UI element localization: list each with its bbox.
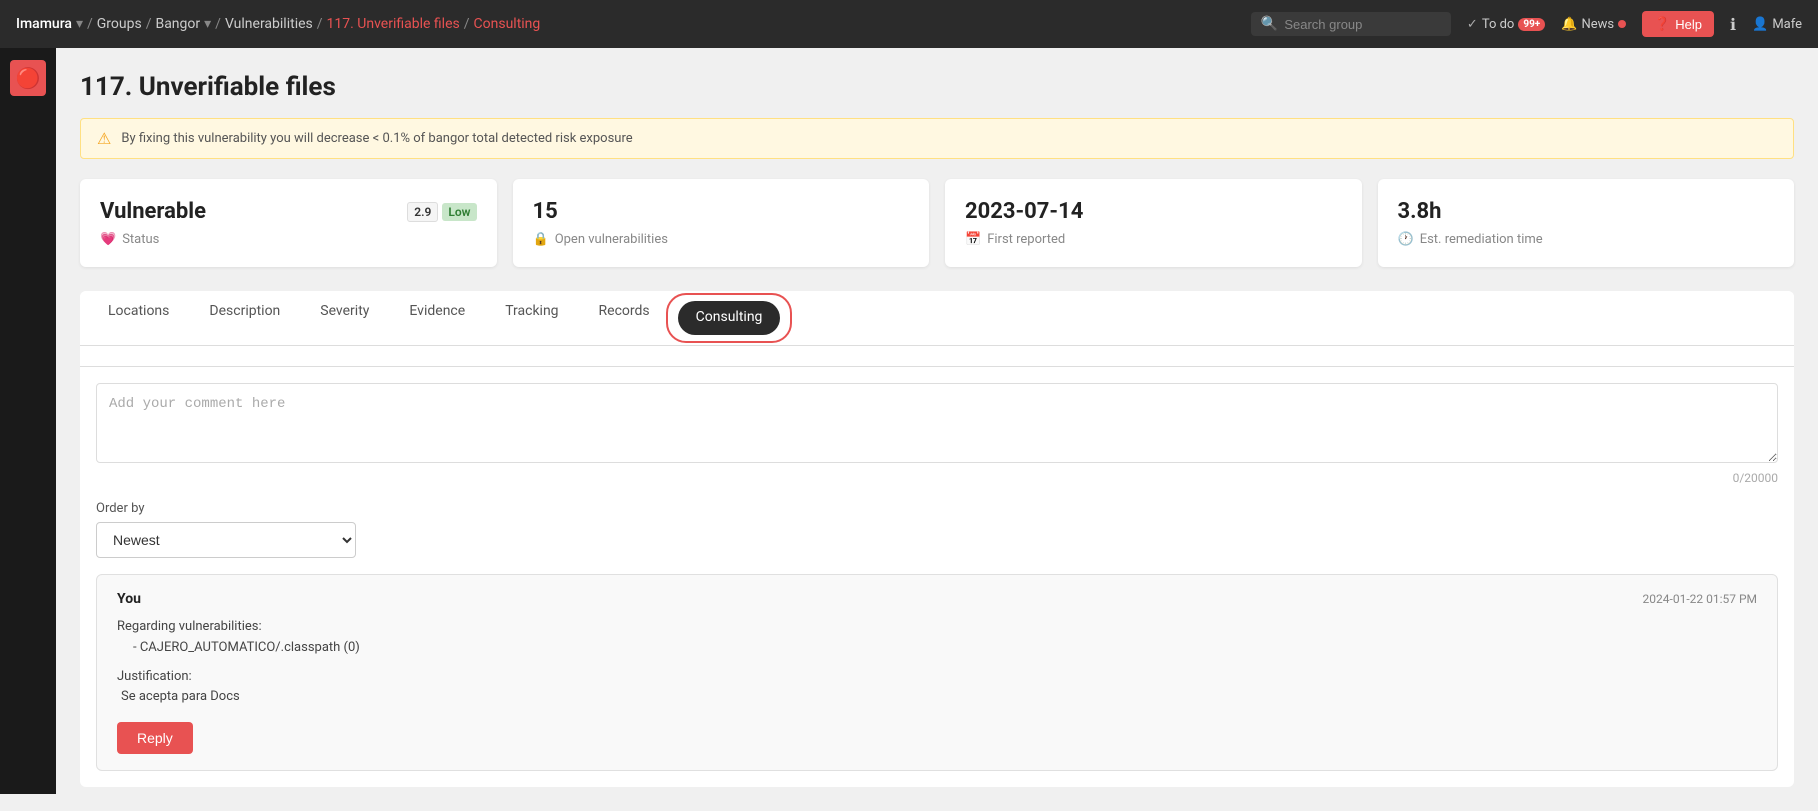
todo-badge: 99+ [1518,18,1545,31]
bell-icon: 🔔 [1561,17,1577,32]
user-icon: 👤 [1752,17,1768,32]
stats-row: Vulnerable 2.9 Low 💗 Status 15 🔒 Open vu… [80,179,1794,267]
char-count: 0/20000 [96,471,1778,485]
reply-button[interactable]: Reply [117,722,193,754]
calendar-icon: 📅 [965,232,981,247]
stat-card-open: 15 🔒 Open vulnerabilities [513,179,930,267]
sidebar: 🔴 [0,48,56,794]
search-input[interactable] [1284,17,1441,32]
heartbeat-icon: 💗 [100,232,116,247]
help-button[interactable]: ❓ Help [1642,11,1714,37]
breadcrumb-vuln-title[interactable]: 117. Unverifiable files [327,16,460,32]
stat-card-status: Vulnerable 2.9 Low 💗 Status [80,179,497,267]
order-label: Order by [96,501,1778,516]
tab-tracking[interactable]: Tracking [485,291,578,345]
vuln-item: - CAJERO_AUTOMATICO/.classpath (0) [117,638,1757,659]
comment-card: You 2024-01-22 01:57 PM Regarding vulner… [96,574,1778,771]
comment-textarea[interactable] [96,383,1778,463]
alert-icon: ⚠ [97,129,111,148]
comment-author: You [117,591,141,607]
breadcrumb: Imamura ▾ / Groups / Bangor ▾ / Vulnerab… [16,16,540,32]
help-label: Help [1675,17,1702,32]
clock-icon: 🕐 [1398,232,1414,247]
low-badge: Low [442,203,476,221]
stat-label-reported: First reported [987,232,1065,247]
consulting-content: 0/20000 Order by Newest Oldest You 2024-… [80,367,1794,787]
justification-label: Justification: [117,669,192,684]
tab-consulting-wrapper: Consulting [674,295,785,341]
dropdown-arrow-imamura[interactable]: ▾ [76,16,83,32]
justification-text: Se acepta para Docs [117,687,1757,708]
alert-text: By fixing this vulnerability you will de… [121,131,632,146]
search-icon: 🔍 [1261,16,1278,32]
search-box[interactable]: 🔍 [1251,12,1451,36]
user-label: Mafe [1772,17,1802,32]
stat-label-status: Status [122,232,159,247]
news-dot [1618,20,1626,28]
navbar: Imamura ▾ / Groups / Bangor ▾ / Vulnerab… [0,0,1818,48]
alert-banner: ⚠ By fixing this vulnerability you will … [80,118,1794,159]
stat-value-remediation: 3.8h [1398,199,1442,224]
todo-label: To do [1482,17,1515,32]
stat-value-reported: 2023-07-14 [965,199,1083,224]
breadcrumb-bangor[interactable]: Bangor [155,16,200,32]
breadcrumb-groups[interactable]: Groups [97,16,142,32]
todo-action[interactable]: ✓ To do 99+ [1467,17,1545,32]
navbar-right: 🔍 ✓ To do 99+ 🔔 News ❓ Help ℹ 👤 Mafe [1251,11,1802,37]
tab-severity[interactable]: Severity [300,291,389,345]
main-content: 117. Unverifiable files ⚠ By fixing this… [56,48,1818,811]
stat-label-open: Open vulnerabilities [555,232,668,247]
score-badge: 2.9 [407,202,438,222]
news-label: News [1581,17,1614,32]
order-section: Order by Newest Oldest [96,501,1778,558]
breadcrumb-imamura[interactable]: Imamura [16,16,72,32]
help-icon: ❓ [1654,16,1670,32]
dropdown-arrow-bangor[interactable]: ▾ [204,16,211,32]
stat-value-status: Vulnerable [100,199,206,224]
tab-description[interactable]: Description [189,291,300,345]
tabs: Locations Description Severity Evidence … [80,291,1794,346]
tabs-container: Locations Description Severity Evidence … [80,291,1794,367]
stat-card-reported: 2023-07-14 📅 First reported [945,179,1362,267]
breadcrumb-consulting[interactable]: Consulting [474,16,541,32]
info-icon[interactable]: ℹ [1730,15,1736,34]
regarding-label: Regarding vulnerabilities: [117,617,1757,638]
comment-body: Regarding vulnerabilities: - CAJERO_AUTO… [117,617,1757,708]
lock-icon: 🔒 [533,232,549,247]
user-menu[interactable]: 👤 Mafe [1752,17,1802,32]
page-title: 117. Unverifiable files [80,72,1794,102]
comment-date: 2024-01-22 01:57 PM [1643,592,1757,606]
checkmark-icon: ✓ [1467,17,1478,32]
tab-consulting[interactable]: Consulting [678,301,781,335]
tab-records[interactable]: Records [579,291,670,345]
news-action[interactable]: 🔔 News [1561,17,1626,32]
sidebar-logo[interactable]: 🔴 [10,60,46,96]
breadcrumb-vulnerabilities[interactable]: Vulnerabilities [225,16,313,32]
tab-locations[interactable]: Locations [88,291,189,345]
stat-label-remediation: Est. remediation time [1420,232,1543,247]
tab-evidence[interactable]: Evidence [389,291,485,345]
stat-card-remediation: 3.8h 🕐 Est. remediation time [1378,179,1795,267]
stat-value-open: 15 [533,199,558,224]
order-select[interactable]: Newest Oldest [96,522,356,558]
